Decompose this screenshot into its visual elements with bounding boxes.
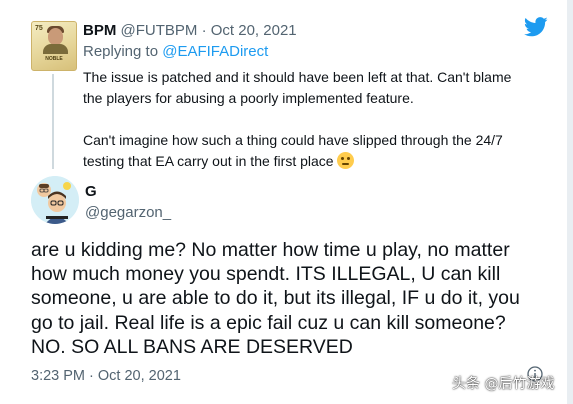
main-tweet-line: how much money you spendt. ITS ILLEGAL, …: [31, 263, 501, 286]
quoted-tweet-line: the players for abusing a poorly impleme…: [83, 90, 414, 106]
watermark-text: 头条 @后竹游戏: [452, 376, 555, 392]
replying-to-line: Replying to @EAFIFADirect: [83, 43, 268, 61]
slightly-frowning-emoji-icon: [336, 152, 354, 169]
tweet-card: 75 NOBLE BPM @FUTBPM · Oct 20, 2021 Repl…: [0, 0, 573, 404]
quoted-tweet-date[interactable]: Oct 20, 2021: [211, 22, 297, 39]
quoted-tweet-last-line: testing that EA carry out in the first p…: [83, 151, 553, 172]
main-tweet-line: are u kidding me? No matter how time u p…: [31, 239, 510, 261]
quoted-tweet-avatar[interactable]: 75 NOBLE: [31, 21, 77, 71]
main-tweet-line: go to jail. Real life is a epic fail cuz…: [31, 311, 506, 334]
quoted-tweet-separator: ·: [201, 22, 207, 39]
main-tweet-handle[interactable]: @gegarzon_: [85, 204, 171, 222]
avatar-card-name: NOBLE: [45, 56, 63, 62]
avatar-card-rating: 75: [35, 25, 43, 32]
avatar-illustration-icon: [31, 176, 79, 224]
main-tweet-avatar[interactable]: [31, 176, 79, 224]
replying-to-prefix: Replying to: [83, 43, 159, 60]
quoted-tweet-display-name[interactable]: BPM: [83, 22, 116, 39]
quoted-tweet-handle[interactable]: @FUTBPM: [121, 22, 198, 39]
main-tweet-display-name[interactable]: G: [85, 183, 97, 201]
tweet-time: 3:23 PM: [31, 368, 85, 384]
quoted-tweet-line: Can't imagine how such a thing could hav…: [83, 132, 503, 148]
avatar-head: [48, 28, 63, 45]
avatar-body: [43, 44, 68, 54]
tweet-time-separator: ·: [89, 368, 94, 384]
quoted-tweet-line-text: testing that EA carry out in the first p…: [83, 153, 334, 169]
quoted-tweet-header: BPM @FUTBPM · Oct 20, 2021: [83, 22, 297, 40]
twitter-logo-icon[interactable]: [524, 17, 548, 37]
replying-to-mention-link[interactable]: @EAFIFADirect: [162, 43, 268, 60]
main-tweet-line: NO. SO ALL BANS ARE DESERVED: [31, 335, 353, 358]
main-tweet-line: someone, u are able to do it, but its il…: [31, 287, 520, 310]
main-tweet-text: are u kidding me? No matter how time u p…: [31, 238, 551, 359]
tweet-date: Oct 20, 2021: [97, 368, 181, 384]
thread-connector-line: [52, 74, 54, 169]
quoted-tweet-line: The issue is patched and it should have …: [83, 69, 512, 85]
main-tweet-timestamp[interactable]: 3:23 PM · Oct 20, 2021: [31, 367, 181, 385]
quoted-tweet-text: The issue is patched and it should have …: [83, 67, 553, 172]
